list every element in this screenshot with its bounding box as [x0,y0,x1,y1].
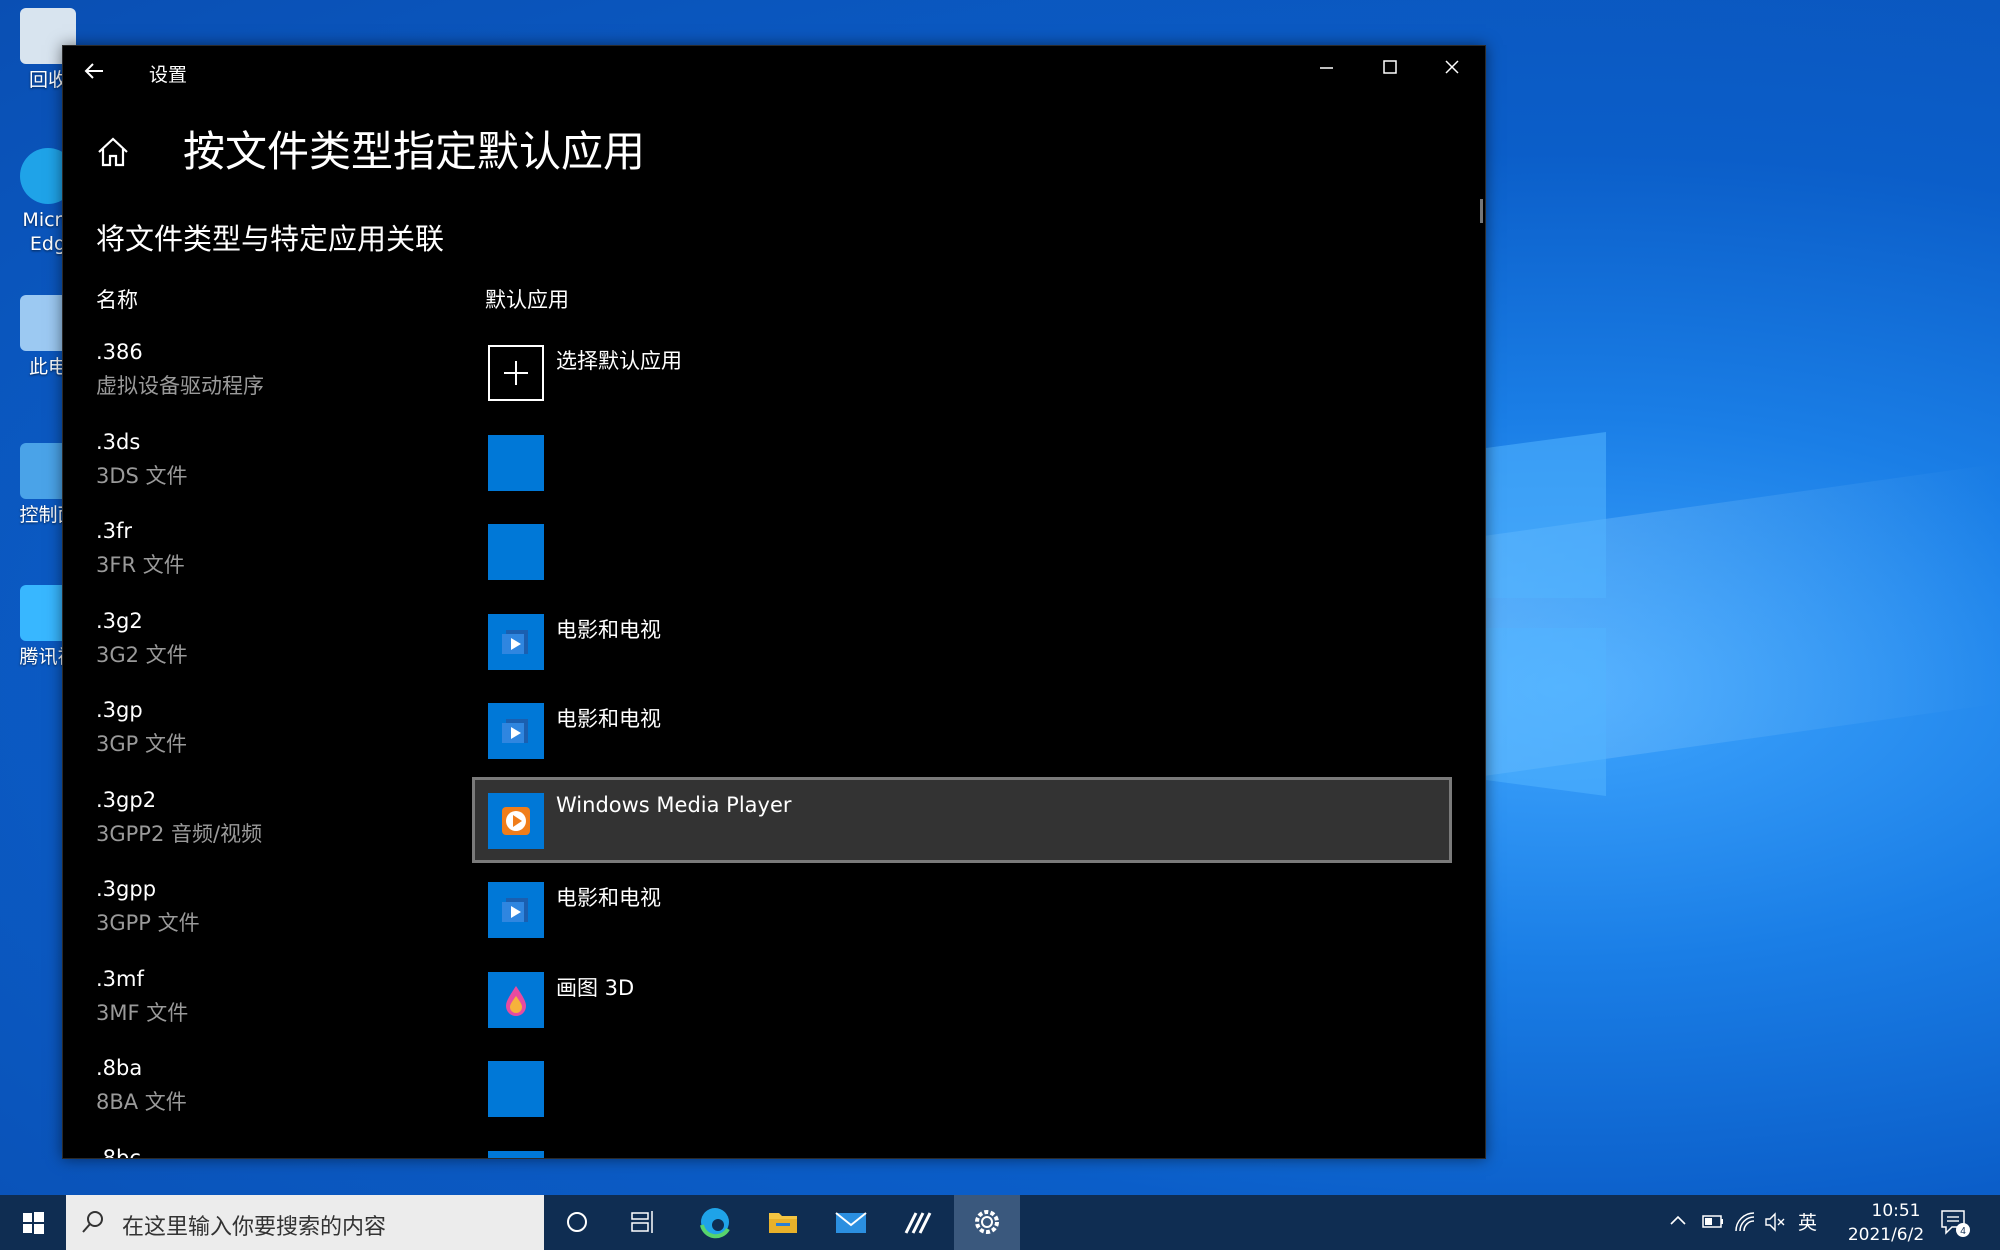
column-header-name: 名称 [96,288,138,312]
file-extension: .3gpp [96,877,157,901]
default-app-button[interactable] [472,1135,1452,1158]
scrollbar-thumb[interactable] [1480,199,1483,223]
plus-icon [488,345,544,401]
cortana-icon[interactable] [544,1195,610,1250]
mail-icon[interactable] [818,1195,884,1250]
default-app-name: 电影和电视 [556,617,661,642]
file-extension: .3fr [96,519,133,543]
page-title: 按文件类型指定默认应用 [183,127,646,176]
default-app-button[interactable] [472,508,1452,594]
settings-gear-icon[interactable] [954,1195,1020,1250]
file-type-row: .8ba 8BA 文件 [63,1056,1485,1145]
pen-app-icon[interactable] [886,1195,952,1250]
file-extension: .3gp2 [96,787,157,812]
default-app-button[interactable]: 画图 3D [472,956,1452,1042]
blank-app-icon [488,1061,544,1117]
file-extension: .8ba [96,1056,143,1080]
maximize-icon[interactable] [1359,46,1421,90]
default-app-name: 电影和电视 [556,707,661,731]
default-app-button[interactable]: Windows Media Player [472,776,1452,863]
file-extension: .3ds [96,429,141,454]
default-app-button[interactable]: 电影和电视 [472,687,1452,773]
default-app-button[interactable] [472,419,1452,505]
file-type-description: 3FR 文件 [96,553,185,577]
clock-date[interactable]: 2021/6/2 [1836,1225,1936,1245]
default-app-button[interactable]: 电影和电视 [472,598,1452,684]
notification-count: 4 [1960,1226,1966,1237]
app-title: 设置 [149,64,188,86]
search-icon [82,1211,103,1233]
file-type-description: 3MF 文件 [96,1000,189,1025]
chevron-up-icon[interactable] [1666,1209,1690,1233]
action-center-icon[interactable]: 4 [1938,1207,1972,1239]
file-type-description: 8BA 文件 [96,1090,187,1114]
settings-window: 设置 按文件类型指定默认应用 将文件类型与特定应用关联 名称 默认应用 .386… [62,45,1486,1159]
default-app-name: Windows Media Player [556,792,792,817]
file-type-description: 3GPP2 音频/视频 [96,821,263,846]
default-app-name: 选择默认应用 [556,349,682,373]
section-title: 将文件类型与特定应用关联 [96,222,445,256]
blank-app-icon [488,1150,544,1158]
movies-tv-icon [488,703,544,759]
default-app-button[interactable] [472,1045,1452,1131]
file-type-row: .3mf 3MF 文件 画图 3D [63,967,1485,1056]
file-type-description: 3GPP 文件 [96,911,200,935]
battery-icon[interactable] [1700,1210,1726,1234]
file-type-row: .3gp 3GP 文件 电影和电视 [63,698,1485,787]
home-icon[interactable] [91,130,135,174]
windows-start-icon[interactable] [0,1195,66,1250]
windows-logo-wallpaper [1486,432,1606,796]
close-icon[interactable] [1421,46,1483,90]
file-type-description: 3GP 文件 [96,732,187,756]
ime-indicator[interactable]: 英 [1798,1208,1817,1235]
clock-time[interactable]: 10:51 [1856,1201,1936,1221]
file-type-description: 3G2 文件 [96,642,188,667]
movies-tv-icon [488,613,544,670]
file-type-row: .8bc [63,1145,1485,1159]
file-extension: .386 [96,340,143,364]
minimize-icon[interactable] [1295,46,1357,90]
movies-tv-icon [488,882,544,938]
search-placeholder: 在这里输入你要搜索的内容 [122,1215,387,1240]
title-bar: 设置 [63,46,1485,94]
blank-app-icon [488,524,544,580]
file-extension: .8bc [96,1145,141,1159]
default-app-name: 画图 3D [556,975,635,1000]
choose-default-app-button[interactable]: 选择默认应用 [472,329,1452,415]
default-app-button[interactable]: 电影和电视 [472,866,1452,952]
file-extension: .3g2 [96,608,143,633]
task-view-icon[interactable] [610,1195,676,1250]
file-type-row: .3gpp 3GPP 文件 电影和电视 [63,877,1485,966]
media-player-icon [488,792,544,849]
file-type-row: .3gp2 3GPP2 音频/视频 Windows Media Player [63,776,1485,877]
file-explorer-icon[interactable] [750,1195,816,1250]
file-type-row: .3fr 3FR 文件 [63,519,1485,608]
file-type-description: 虚拟设备驱动程序 [96,374,264,398]
blank-app-icon [488,434,544,491]
wifi-icon[interactable] [1732,1209,1758,1235]
column-header-default-app: 默认应用 [485,288,569,312]
paint-3d-icon [488,971,544,1028]
taskbar: 在这里输入你要搜索的内容 英 10:51 2021/6/2 4 [0,1195,2000,1250]
file-type-row: .3g2 3G2 文件 电影和电视 [63,609,1485,698]
edge-browser-icon[interactable] [682,1195,748,1250]
back-arrow-icon[interactable] [77,54,117,88]
file-type-row: .3ds 3DS 文件 [63,430,1485,519]
taskbar-search-box[interactable]: 在这里输入你要搜索的内容 [66,1195,544,1250]
file-type-row: .386 虚拟设备驱动程序 选择默认应用 [63,340,1485,429]
file-type-description: 3DS 文件 [96,463,188,488]
default-app-name: 电影和电视 [556,886,661,910]
volume-muted-icon[interactable] [1762,1209,1788,1235]
file-extension: .3gp [96,698,143,722]
file-extension: .3mf [96,966,144,991]
